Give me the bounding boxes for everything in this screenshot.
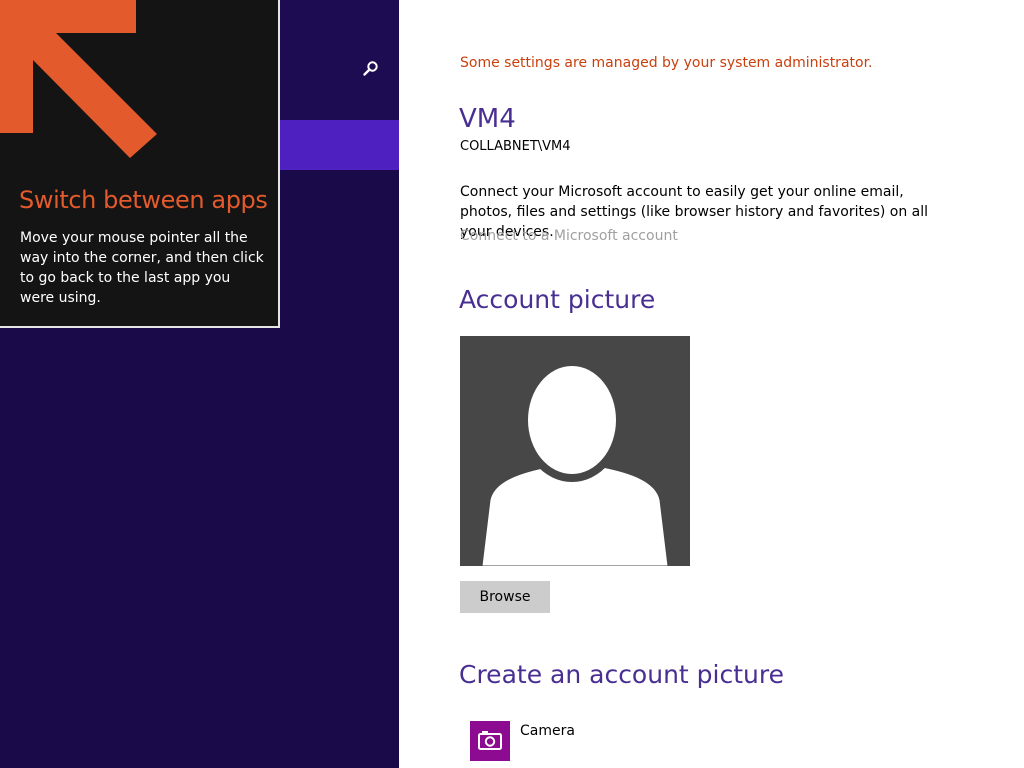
camera-app-item[interactable]: Camera	[470, 721, 730, 761]
pc-settings-window: Switch between apps Move your mouse poin…	[0, 0, 1024, 768]
tip-title: Switch between apps	[19, 186, 268, 214]
default-user-silhouette-icon	[481, 358, 669, 567]
account-picture-heading: Account picture	[459, 285, 656, 314]
account-name: VM4	[459, 104, 516, 134]
camera-icon	[470, 721, 510, 761]
create-account-picture-heading: Create an account picture	[459, 660, 784, 689]
camera-app-label: Camera	[520, 723, 575, 739]
account-domain-user: COLLABNET\VM4	[460, 139, 571, 154]
search-icon[interactable]	[362, 60, 380, 78]
admin-warning-text: Some settings are managed by your system…	[460, 55, 873, 71]
account-content-pane: Some settings are managed by your system…	[399, 0, 1024, 768]
selected-nav-item[interactable]	[280, 120, 399, 170]
browse-button[interactable]: Browse	[460, 581, 550, 613]
arrow-up-left-icon	[0, 0, 157, 158]
account-picture-avatar	[460, 336, 690, 567]
tip-body: Move your mouse pointer all the way into…	[20, 230, 264, 306]
connect-microsoft-account-link[interactable]: Connect to a Microsoft account	[460, 228, 678, 244]
switch-apps-tip-overlay: Switch between apps Move your mouse poin…	[0, 0, 280, 328]
